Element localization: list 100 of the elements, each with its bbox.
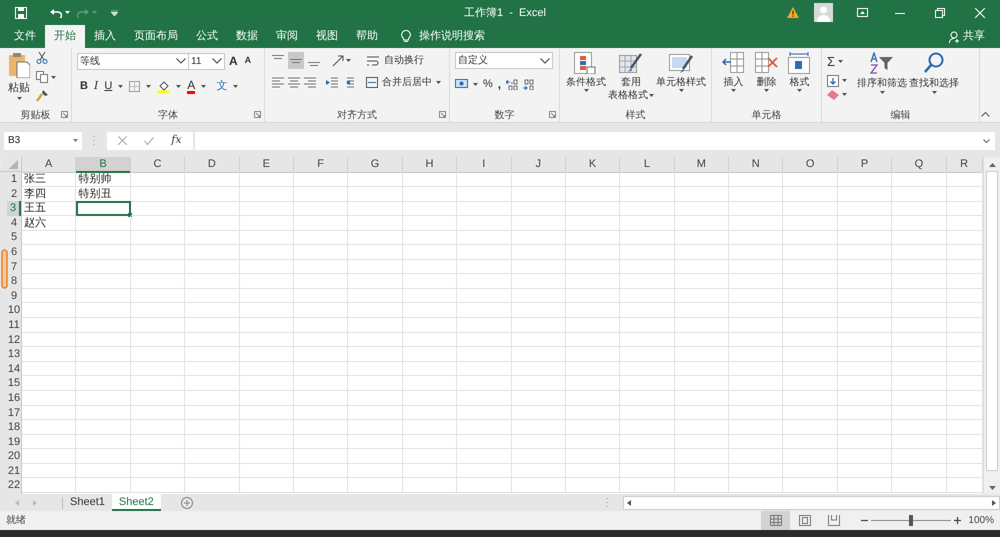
ribbon-tab[interactable]: 数据	[227, 25, 267, 48]
decrease-decimal-icon[interactable]	[523, 78, 536, 90]
table-cell[interactable]	[620, 434, 675, 450]
table-cell[interactable]	[729, 390, 784, 406]
caret-icon[interactable]	[51, 76, 56, 78]
table-cell[interactable]	[892, 216, 947, 231]
table-cell[interactable]	[838, 376, 892, 391]
table-cell[interactable]	[892, 449, 947, 464]
table-cell[interactable]	[729, 318, 784, 333]
table-cell[interactable]	[185, 216, 240, 231]
table-cell[interactable]	[76, 347, 131, 362]
grow-font-button[interactable]: A	[229, 52, 241, 70]
table-cell[interactable]	[348, 303, 403, 318]
table-cell[interactable]	[729, 449, 784, 464]
scroll-down-icon[interactable]	[988, 486, 996, 490]
caret-icon[interactable]	[65, 11, 70, 14]
dropdown-chevron-icon[interactable]	[176, 58, 186, 64]
row-header[interactable]: 22	[7, 478, 21, 494]
table-cell[interactable]	[240, 274, 294, 289]
caret-icon[interactable]	[842, 93, 847, 96]
scroll-right-icon[interactable]	[992, 500, 996, 506]
table-cell[interactable]	[348, 260, 403, 274]
font-size-field[interactable]: 11	[189, 52, 225, 70]
table-cell[interactable]	[783, 420, 838, 435]
table-cell[interactable]	[76, 244, 131, 260]
table-cell[interactable]	[76, 332, 131, 348]
table-cell[interactable]	[838, 406, 892, 420]
table-cell[interactable]	[22, 390, 76, 406]
caret-icon[interactable]	[146, 84, 152, 88]
ribbon-tab[interactable]: 开始	[45, 25, 85, 48]
table-cell[interactable]	[783, 390, 838, 406]
table-cell[interactable]	[76, 420, 131, 435]
column-header[interactable]: H	[402, 157, 458, 173]
row-header[interactable]: 8	[7, 274, 21, 289]
table-cell[interactable]	[620, 201, 675, 216]
table-cell[interactable]	[22, 478, 76, 494]
table-cell[interactable]	[76, 449, 131, 464]
table-cell[interactable]	[838, 347, 892, 362]
table-cell[interactable]	[130, 274, 186, 289]
table-cell[interactable]	[76, 274, 131, 289]
table-cell[interactable]	[457, 449, 512, 464]
table-cell[interactable]	[512, 318, 566, 333]
table-cell[interactable]	[512, 172, 566, 187]
table-cell[interactable]	[512, 244, 566, 260]
table-cell[interactable]	[240, 362, 294, 376]
table-cell[interactable]	[729, 464, 784, 478]
table-cell[interactable]	[783, 449, 838, 464]
table-cell[interactable]	[838, 201, 892, 216]
table-cell[interactable]	[783, 244, 838, 260]
column-header[interactable]: E	[240, 157, 294, 173]
fill-down-icon[interactable]	[827, 74, 839, 86]
table-cell[interactable]	[783, 434, 838, 450]
table-cell[interactable]	[185, 244, 240, 260]
table-cell[interactable]	[729, 260, 784, 274]
table-cell[interactable]	[457, 303, 512, 318]
table-cell[interactable]	[783, 347, 838, 362]
fill-handle[interactable]	[128, 213, 132, 218]
align-left-icon[interactable]	[272, 77, 284, 88]
table-cell[interactable]	[783, 464, 838, 478]
table-cell[interactable]	[294, 406, 348, 420]
table-cell[interactable]	[457, 288, 512, 304]
row-header[interactable]: 17	[7, 406, 21, 420]
table-cell[interactable]	[294, 230, 348, 245]
table-cell[interactable]	[185, 406, 240, 420]
table-cell[interactable]	[566, 230, 620, 245]
table-cell[interactable]	[402, 172, 458, 187]
table-cell[interactable]	[22, 288, 76, 304]
ribbon-tab[interactable]: 插入	[85, 25, 125, 48]
table-cell[interactable]	[402, 303, 458, 318]
table-cell[interactable]	[294, 244, 348, 260]
row-header[interactable]: 7	[7, 260, 21, 274]
table-cell[interactable]	[240, 449, 294, 464]
find-select-button[interactable]: 查找和选择	[909, 52, 959, 108]
table-cell[interactable]	[348, 288, 403, 304]
table-cell[interactable]	[674, 347, 730, 362]
paste-button[interactable]: 粘贴	[5, 52, 33, 108]
table-cell[interactable]	[838, 449, 892, 464]
select-all-icon[interactable]	[0, 157, 22, 172]
vertical-scrollbar[interactable]	[983, 157, 1000, 494]
table-cell[interactable]	[838, 230, 892, 245]
table-cell[interactable]	[838, 390, 892, 406]
row-header[interactable]: 18	[7, 420, 21, 435]
table-cell[interactable]	[294, 216, 348, 231]
table-cell[interactable]	[240, 376, 294, 391]
table-cell[interactable]	[240, 260, 294, 274]
table-cell[interactable]	[402, 288, 458, 304]
table-cell[interactable]: 王五	[22, 201, 76, 216]
table-cell[interactable]	[674, 201, 730, 216]
font-color-button[interactable]: A	[187, 78, 196, 94]
table-cell[interactable]	[240, 216, 294, 231]
table-cell[interactable]	[130, 216, 186, 231]
table-cell[interactable]	[783, 332, 838, 348]
table-cell[interactable]	[729, 244, 784, 260]
table-cell[interactable]	[348, 434, 403, 450]
table-cell[interactable]	[620, 376, 675, 391]
table-cell[interactable]	[22, 362, 76, 376]
zoom-in-icon[interactable]	[954, 517, 962, 524]
table-cell[interactable]	[566, 464, 620, 478]
ribbon-tab[interactable]: 审阅	[267, 25, 307, 48]
table-cell[interactable]	[402, 260, 458, 274]
